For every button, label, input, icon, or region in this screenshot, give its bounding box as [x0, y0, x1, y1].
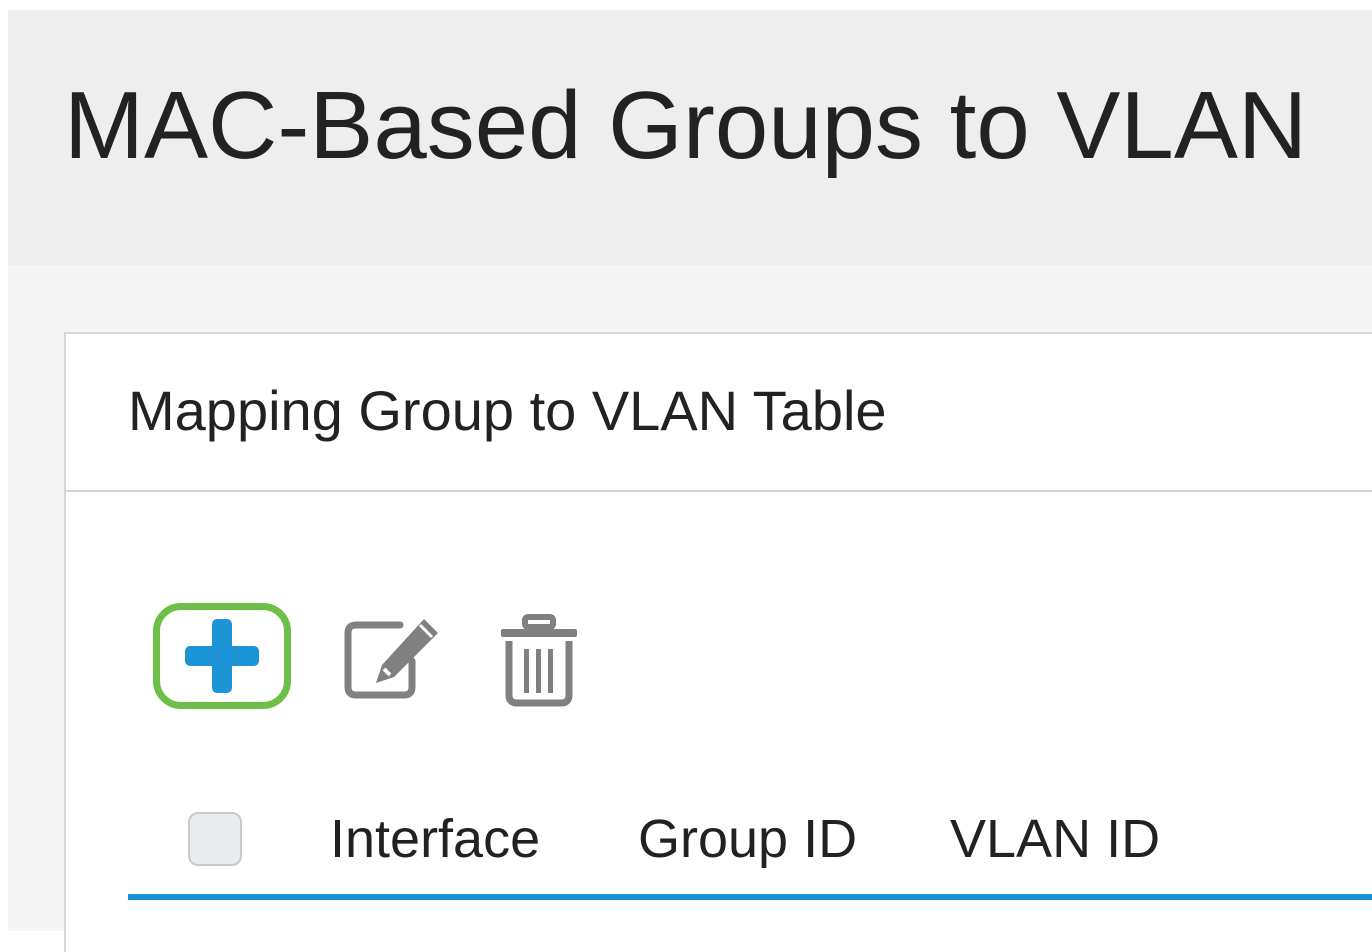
title-bar: MAC-Based Groups to VLAN — [8, 10, 1372, 265]
page: MAC-Based Groups to VLAN Mapping Group t… — [8, 10, 1372, 952]
column-header-interface[interactable]: Interface — [330, 804, 540, 874]
header-underline — [128, 894, 1372, 900]
delete-button[interactable] — [498, 613, 580, 707]
edit-icon — [344, 619, 438, 699]
trash-icon — [501, 614, 577, 707]
column-header-vlan-id[interactable]: VLAN ID — [950, 804, 1160, 874]
table-header: Interface Group ID VLAN ID — [128, 792, 1372, 900]
table-panel: Mapping Group to VLAN Table Interface Gr… — [64, 332, 1372, 952]
select-all-checkbox[interactable] — [188, 812, 242, 866]
panel-header: Mapping Group to VLAN Table — [66, 334, 1372, 492]
column-header-group-id[interactable]: Group ID — [638, 804, 857, 874]
page-title: MAC-Based Groups to VLAN — [64, 72, 1308, 179]
plus-icon — [185, 619, 259, 693]
add-button[interactable] — [153, 603, 291, 709]
panel-title: Mapping Group to VLAN Table — [128, 379, 887, 442]
edit-button[interactable] — [342, 615, 442, 703]
